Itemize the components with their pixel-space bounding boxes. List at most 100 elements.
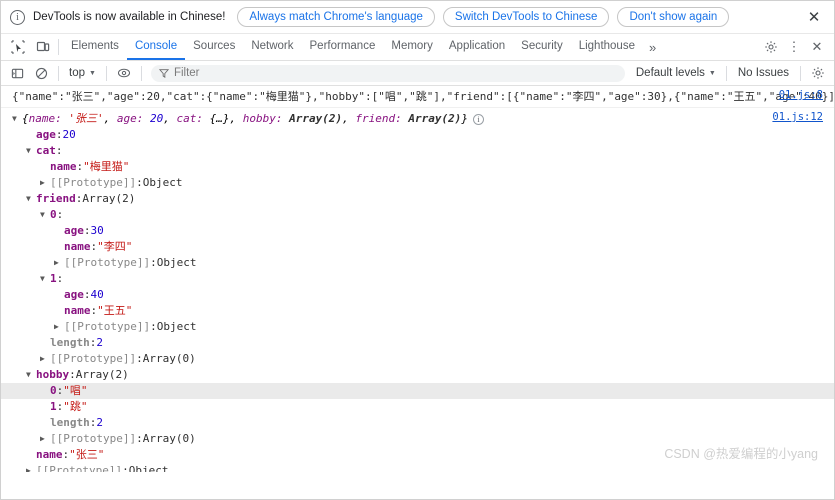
property-value: Array(2) [82, 192, 136, 205]
object-property-row[interactable]: ▼ 0: [1, 207, 834, 223]
source-link[interactable]: 01.js:8 [779, 89, 823, 101]
disclosure-triangle-open-icon[interactable]: ▼ [26, 143, 36, 159]
disclosure-triangle-closed-icon[interactable]: ▶ [54, 255, 64, 271]
property-value: Object [156, 256, 197, 269]
property-separator: : [90, 304, 98, 317]
close-icon[interactable]: ✕ [804, 7, 824, 27]
toolbar-divider-3 [140, 65, 142, 81]
property-separator: : [150, 256, 157, 269]
source-link-2[interactable]: 01.js:12 [772, 111, 823, 123]
disclosure-triangle-closed-icon[interactable]: ▶ [40, 351, 50, 367]
property-key: [[Prototype]] [50, 352, 137, 365]
tab-console[interactable]: Console [126, 34, 186, 60]
object-info-icon[interactable]: i [472, 113, 484, 125]
always-match-language-button[interactable]: Always match Chrome's language [237, 7, 435, 27]
object-property-row[interactable]: ▼ friend: Array(2) [1, 191, 834, 207]
device-toolbar-icon[interactable] [30, 34, 55, 60]
tab-lighthouse[interactable]: Lighthouse [571, 34, 643, 60]
disclosure-triangle-open-icon[interactable]: ▼ [12, 111, 22, 127]
property-value: "王五" [97, 304, 133, 317]
property-value: "李四" [97, 240, 133, 253]
disclosure-spacer: ▶ [40, 159, 50, 175]
more-tabs-icon[interactable]: » [643, 34, 662, 60]
property-key: [[Prototype]] [50, 432, 137, 445]
object-property-row[interactable]: ▶ [[Prototype]]: Array(0) [1, 351, 834, 367]
execution-context-selector[interactable]: top ▼ [65, 67, 100, 79]
console-message-text: {"name":"张三","age":20,"cat":{"name":"梅里猫… [12, 90, 834, 103]
tab-performance[interactable]: Performance [302, 34, 384, 60]
disclosure-triangle-closed-icon[interactable]: ▶ [40, 175, 50, 191]
property-separator: : [90, 240, 98, 253]
log-levels-selector[interactable]: Default levels ▼ [632, 67, 720, 79]
console-message-list[interactable]: {"name":"张三","age":20,"cat":{"name":"梅里猫… [1, 86, 834, 472]
disclosure-triangle-open-icon[interactable]: ▼ [40, 271, 50, 287]
object-property-row[interactable]: ▶ [[Prototype]]: Object [1, 319, 834, 335]
property-key: name [64, 304, 91, 317]
tab-network[interactable]: Network [243, 34, 301, 60]
tab-sources[interactable]: Sources [185, 34, 243, 60]
object-property-row[interactable]: ▶age: 30 [1, 223, 834, 239]
console-sidebar-icon[interactable] [6, 63, 28, 84]
tab-security[interactable]: Security [513, 34, 571, 60]
inspect-element-icon[interactable] [5, 34, 30, 60]
preview-key: friend: [355, 112, 409, 125]
object-property-row[interactable]: ▶name: "李四" [1, 239, 834, 255]
toolbar-divider-4 [725, 65, 727, 81]
switch-to-chinese-button[interactable]: Switch DevTools to Chinese [442, 7, 610, 27]
object-property-row[interactable]: ▶ [[Prototype]]: Object [1, 463, 834, 472]
issues-counter[interactable]: No Issues [733, 67, 794, 79]
more-options-icon[interactable]: ⋮ [783, 36, 805, 58]
console-message-object[interactable]: ▼ {name: '张三', age: 20, cat: {…}, hobby:… [1, 108, 834, 472]
property-value: "张三" [69, 448, 105, 461]
dont-show-again-button[interactable]: Don't show again [617, 7, 730, 27]
settings-gear-icon[interactable] [760, 36, 782, 58]
property-separator: : [136, 352, 143, 365]
object-property-row[interactable]: ▼ 1: [1, 271, 834, 287]
disclosure-triangle-open-icon[interactable]: ▼ [26, 367, 36, 383]
property-separator: : [122, 464, 129, 472]
disclosure-spacer: ▶ [54, 303, 64, 319]
object-preview-row[interactable]: ▼ {name: '张三', age: 20, cat: {…}, hobby:… [1, 111, 834, 127]
object-property-row[interactable]: ▶length: 2 [1, 335, 834, 351]
object-property-row[interactable]: ▶0: "唱" [1, 383, 834, 399]
object-property-row[interactable]: ▶age: 40 [1, 287, 834, 303]
live-expression-icon[interactable] [113, 63, 135, 84]
devtools-window: i DevTools is now available in Chinese! … [0, 0, 835, 500]
object-property-row[interactable]: ▶name: "王五" [1, 303, 834, 319]
property-key: cat [36, 144, 56, 157]
preview-key: age: [116, 112, 150, 125]
disclosure-spacer: ▶ [40, 383, 50, 399]
tab-elements[interactable]: Elements [63, 34, 127, 60]
preview-key: hobby: [242, 112, 290, 125]
tab-application[interactable]: Application [441, 34, 513, 60]
settings-gear-icon-2[interactable] [807, 63, 829, 84]
object-property-row[interactable]: ▶1: "跳" [1, 399, 834, 415]
disclosure-spacer: ▶ [54, 239, 64, 255]
property-value: 40 [90, 288, 104, 301]
disclosure-triangle-open-icon[interactable]: ▼ [26, 191, 36, 207]
disclosure-triangle-closed-icon[interactable]: ▶ [26, 463, 36, 472]
property-separator: : [56, 384, 64, 397]
object-property-row[interactable]: ▶age: 20 [1, 127, 834, 143]
object-property-row[interactable]: ▶ [[Prototype]]: Object [1, 175, 834, 191]
object-property-row[interactable]: ▶length: 2 [1, 415, 834, 431]
preview-value: Array(2) [289, 112, 343, 125]
object-property-row[interactable]: ▼ hobby: Array(2) [1, 367, 834, 383]
object-property-row[interactable]: ▶name: "梅里猫" [1, 159, 834, 175]
devtools-tabbar: Elements Console Sources Network Perform… [1, 34, 834, 61]
close-devtools-icon[interactable]: ✕ [806, 36, 828, 58]
disclosure-triangle-closed-icon[interactable]: ▶ [54, 319, 64, 335]
property-key: 0 [50, 208, 57, 221]
filter-input[interactable]: Filter [150, 64, 625, 82]
disclosure-triangle-open-icon[interactable]: ▼ [40, 207, 50, 223]
tab-memory[interactable]: Memory [383, 34, 441, 60]
disclosure-triangle-closed-icon[interactable]: ▶ [40, 431, 50, 447]
property-key: hobby [36, 368, 70, 381]
object-property-row[interactable]: ▶ [[Prototype]]: Object [1, 255, 834, 271]
console-message-string-1[interactable]: {"name":"张三","age":20,"cat":{"name":"梅里猫… [1, 86, 834, 108]
disclosure-spacer: ▶ [54, 223, 64, 239]
infobar-message: DevTools is now available in Chinese! [33, 11, 226, 23]
clear-console-icon[interactable] [30, 63, 52, 84]
property-value: Array(0) [142, 432, 196, 445]
object-property-row[interactable]: ▼ cat: [1, 143, 834, 159]
